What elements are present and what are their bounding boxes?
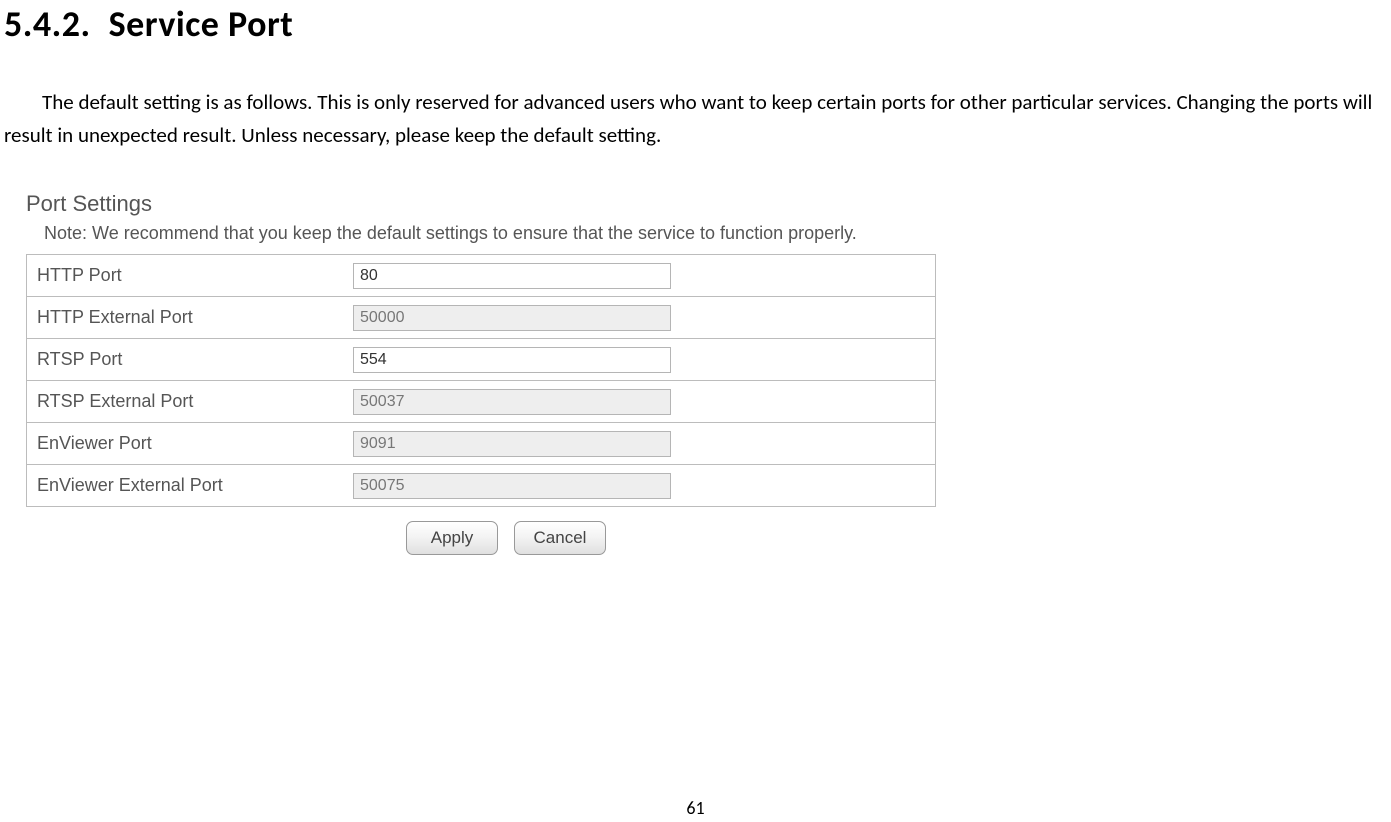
- button-row: Apply Cancel: [26, 521, 986, 555]
- panel-title: Port Settings: [26, 191, 966, 217]
- row-http-external-port: HTTP External Port: [27, 297, 935, 339]
- label-http-port: HTTP Port: [37, 265, 353, 286]
- input-enviewer-external-port[interactable]: [353, 473, 671, 499]
- label-enviewer-port: EnViewer Port: [37, 433, 353, 454]
- row-rtsp-external-port: RTSP External Port: [27, 381, 935, 423]
- row-rtsp-port: RTSP Port: [27, 339, 935, 381]
- label-rtsp-port: RTSP Port: [37, 349, 353, 370]
- input-http-external-port[interactable]: [353, 305, 671, 331]
- label-enviewer-external-port: EnViewer External Port: [37, 475, 353, 496]
- port-settings-panel: Port Settings Note: We recommend that yo…: [26, 191, 966, 555]
- input-enviewer-port[interactable]: [353, 431, 671, 457]
- intro-text: The default setting is as follows. This …: [4, 89, 1372, 148]
- row-enviewer-port: EnViewer Port: [27, 423, 935, 465]
- panel-note: Note: We recommend that you keep the def…: [26, 223, 966, 244]
- section-title: Service Port: [109, 2, 294, 46]
- input-rtsp-port[interactable]: [353, 347, 671, 373]
- intro-paragraph: The default setting is as follows. This …: [0, 46, 1391, 151]
- port-settings-form: HTTP Port HTTP External Port RTSP Port R…: [26, 254, 936, 507]
- row-http-port: HTTP Port: [27, 255, 935, 297]
- cancel-button[interactable]: Cancel: [514, 521, 606, 555]
- label-rtsp-external-port: RTSP External Port: [37, 391, 353, 412]
- page-number: 61: [0, 797, 1391, 819]
- input-rtsp-external-port[interactable]: [353, 389, 671, 415]
- label-http-external-port: HTTP External Port: [37, 307, 353, 328]
- apply-button[interactable]: Apply: [406, 521, 498, 555]
- row-enviewer-external-port: EnViewer External Port: [27, 465, 935, 507]
- section-heading: 5.4.2. Service Port: [0, 0, 1391, 46]
- section-number: 5.4.2.: [4, 2, 91, 46]
- input-http-port[interactable]: [353, 263, 671, 289]
